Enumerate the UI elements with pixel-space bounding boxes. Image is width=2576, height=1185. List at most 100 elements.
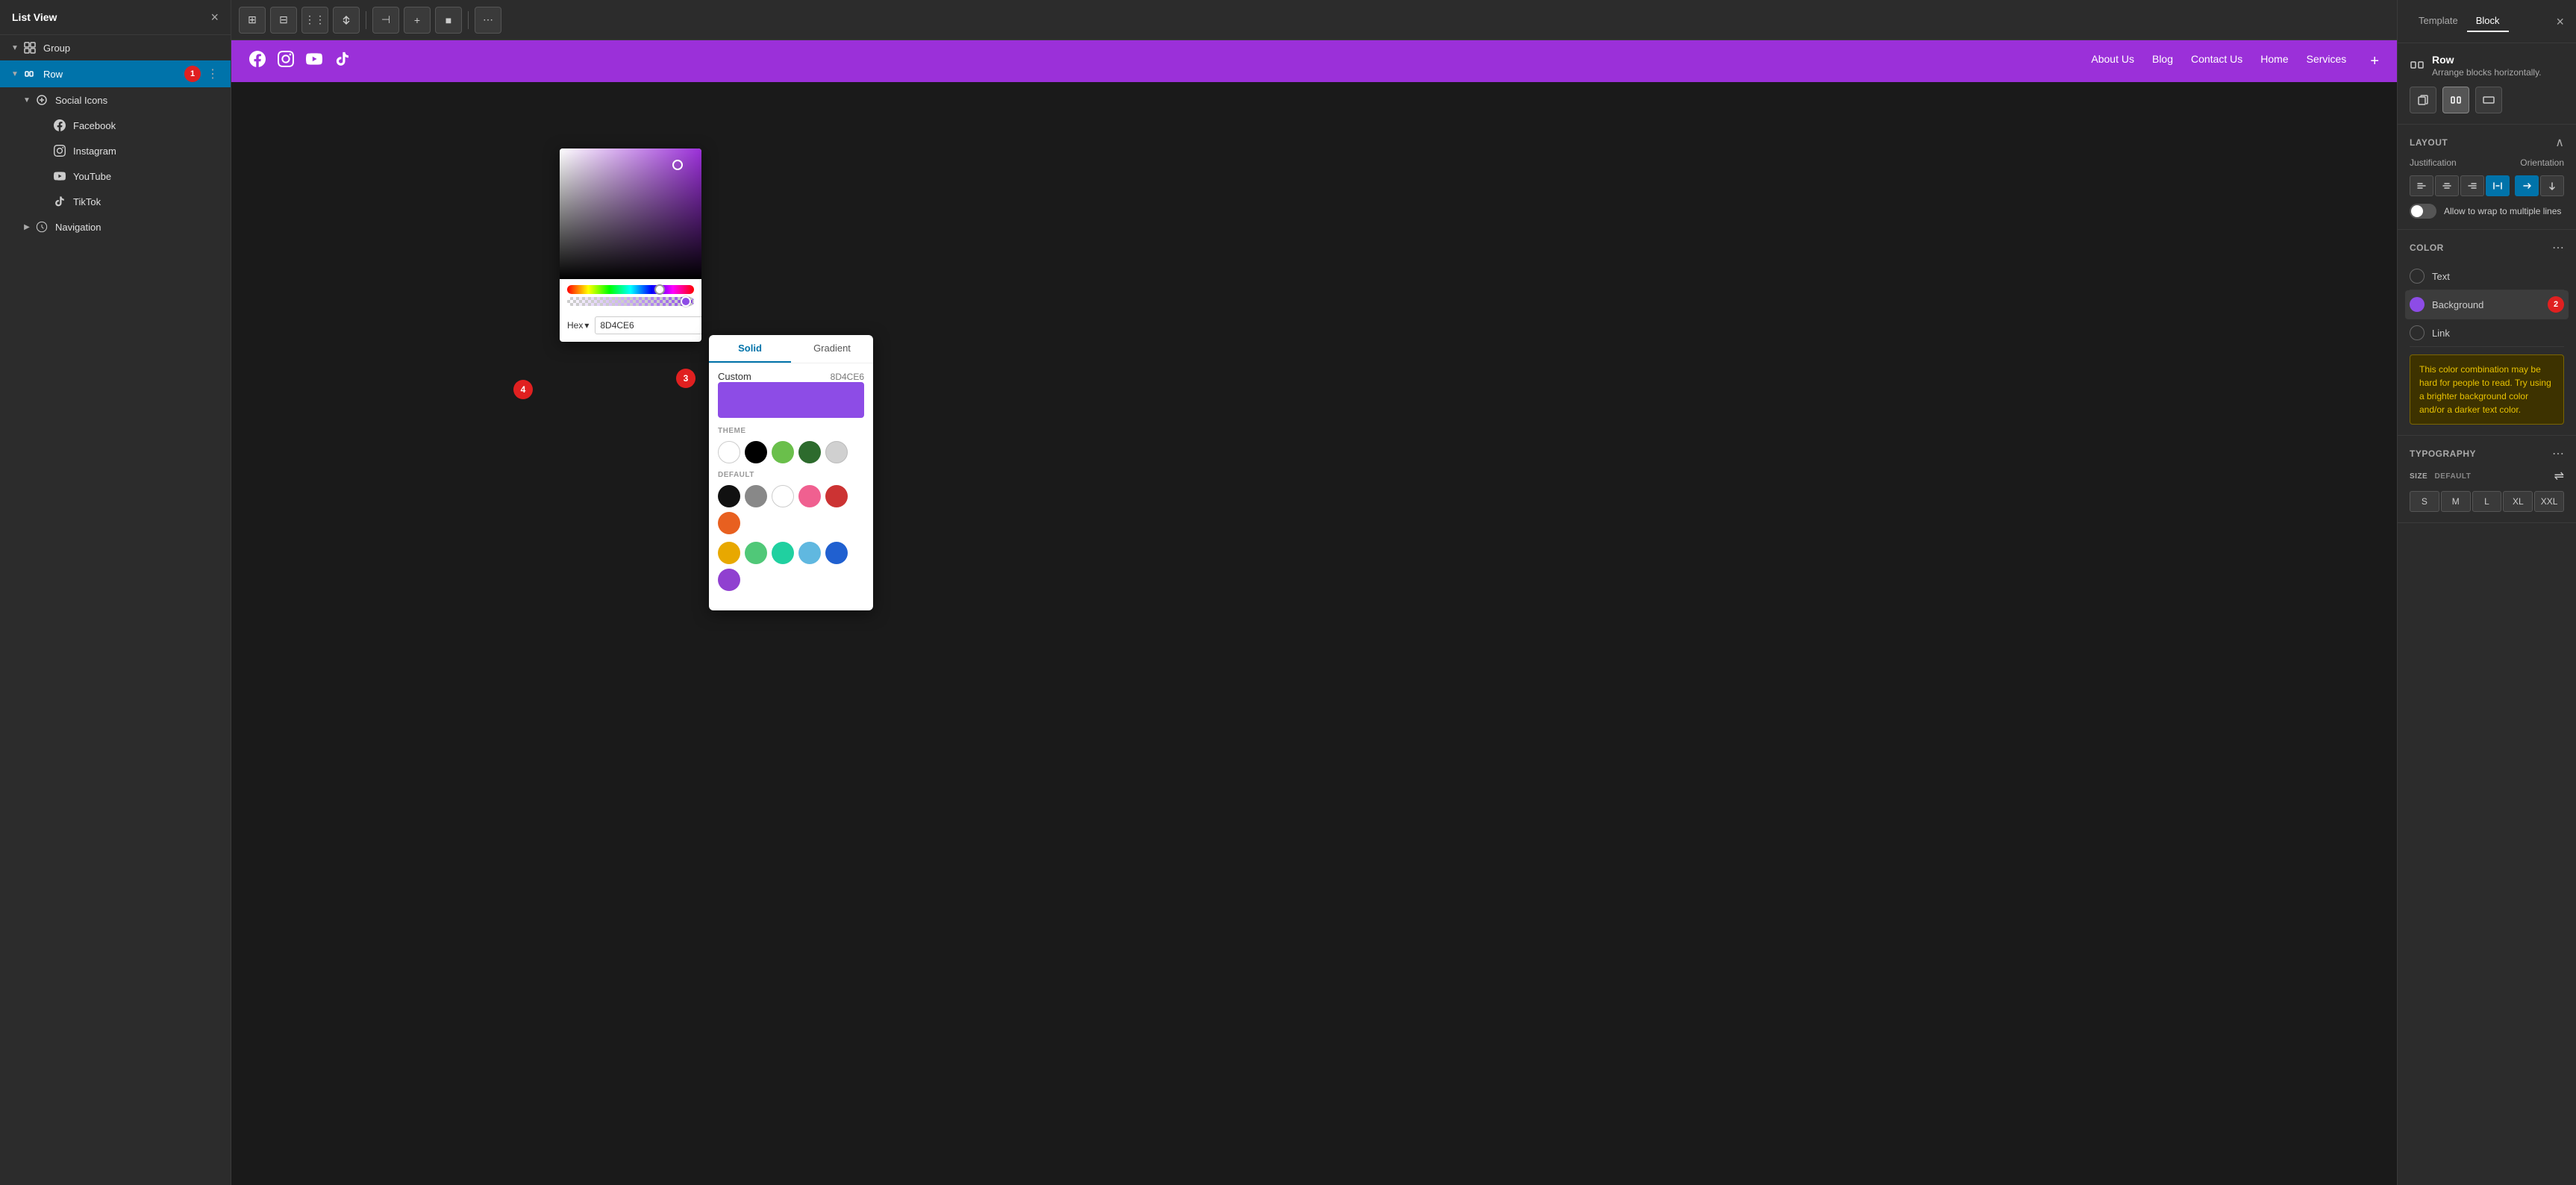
tree-item-tiktok[interactable]: ▶ TikTok [0,189,231,214]
duplicate-block-button[interactable] [2410,87,2436,113]
solid-tab[interactable]: Solid [709,335,791,363]
layout-section-title: Layout ∧ [2410,135,2564,150]
theme-swatch-black[interactable] [745,441,767,463]
social-icons-row [249,51,351,72]
custom-color-swatch[interactable] [718,382,864,418]
default-swatch-orange[interactable] [718,512,740,534]
size-m-button[interactable]: M [2441,491,2471,512]
hue-slider[interactable] [567,285,694,294]
nav-add-button[interactable]: + [2370,53,2379,70]
size-adjust-icon[interactable]: ⇌ [2554,469,2564,484]
size-l-button[interactable]: L [2472,491,2502,512]
facebook-icon [52,118,67,133]
theme-swatch-green[interactable] [772,441,794,463]
default-swatch-yellow[interactable] [718,542,740,564]
left-panel-header: List View × [0,0,231,35]
chevron-right-icon: ▶ [21,221,33,233]
left-panel: List View × ▼ Group ▼ Row 1 ⋮ ▼ Social I… [0,0,231,1185]
tree-item-group[interactable]: ▼ Group [0,35,231,60]
facebook-social-icon[interactable] [249,51,266,72]
justify-center-button[interactable] [2435,175,2459,196]
text-color-row[interactable]: Text [2410,263,2564,290]
default-color-swatches-row2 [718,542,864,591]
theme-swatch-white[interactable] [718,441,740,463]
alpha-slider[interactable] [567,297,694,306]
hex-input[interactable] [595,316,701,334]
center-align-button[interactable]: ⊟ [270,7,297,34]
size-xxl-button[interactable]: XXL [2534,491,2564,512]
layout-collapse-icon[interactable]: ∧ [2555,135,2564,150]
canvas-area: About Us Blog Contact Us Home Services + [231,40,2397,1185]
right-panel-close-button[interactable]: × [2556,15,2564,28]
step-badge-3: 3 [676,369,695,388]
color-more-icon[interactable]: ⋯ [2552,240,2564,255]
justify-right-button[interactable] [2460,175,2484,196]
wrap-toggle-row: Allow to wrap to multiple lines [2410,204,2564,219]
default-swatch-purple[interactable] [718,569,740,591]
nav-link-about[interactable]: About Us [2091,53,2134,70]
theme-swatch-lightgray[interactable] [825,441,848,463]
template-tab[interactable]: Template [2410,10,2467,32]
row-more-button[interactable]: ⋮ [204,66,222,81]
color-gradient[interactable] [560,148,701,279]
tree-item-youtube[interactable]: ▶ YouTube [0,163,231,189]
right-panel-header: Template Block × [2398,0,2576,43]
link-color-row[interactable]: Link [2410,319,2564,347]
block-button[interactable]: ■ [435,7,462,34]
color-picker-circle[interactable] [672,160,683,170]
default-swatch-gray[interactable] [745,485,767,507]
orient-vertical-button[interactable] [2540,175,2564,196]
hex-dropdown[interactable]: Hex ▾ [567,320,589,331]
default-swatch-lightblue[interactable] [798,542,821,564]
wrap-toggle[interactable] [2410,204,2436,219]
size-xl-button[interactable]: XL [2503,491,2533,512]
center-layout-button[interactable] [2442,87,2469,113]
move-button[interactable]: ⋮⋮ [301,7,328,34]
size-label: SIZE DEFAULT [2410,472,2471,481]
instagram-social-icon[interactable] [278,51,294,72]
justify-left-button[interactable] [2410,175,2433,196]
default-swatch-pink[interactable] [798,485,821,507]
up-down-button[interactable] [333,7,360,34]
nav-link-blog[interactable]: Blog [2152,53,2173,70]
background-color-row[interactable]: Background 2 [2405,290,2569,319]
chevron-down-icon: ▼ [21,94,33,106]
default-swatch-black[interactable] [718,485,740,507]
add-block-button[interactable]: + [404,7,431,34]
youtube-social-icon[interactable] [306,51,322,72]
nav-link-contact[interactable]: Contact Us [2191,53,2242,70]
left-panel-close-button[interactable]: × [210,10,219,24]
block-tab[interactable]: Block [2467,10,2509,32]
text-color-label: Text [2432,271,2450,282]
alpha-handle[interactable] [681,296,691,307]
background-color-label: Background [2432,299,2483,310]
tree-item-navigation[interactable]: ▶ Navigation [0,214,231,240]
size-s-button[interactable]: S [2410,491,2439,512]
align-left-button[interactable]: ⊣ [372,7,399,34]
gradient-tab[interactable]: Gradient [791,335,873,363]
nav-link-home[interactable]: Home [2260,53,2288,70]
instagram-icon [52,143,67,158]
justify-space-between-button[interactable] [2486,175,2510,196]
default-swatch-blue[interactable] [825,542,848,564]
default-swatch-mint[interactable] [745,542,767,564]
step-badge-4: 4 [513,380,533,399]
justification-row: Justification Orientation [2410,157,2564,168]
tree-item-facebook[interactable]: ▶ Facebook [0,113,231,138]
page-preview: About Us Blog Contact Us Home Services + [231,40,2397,82]
tree-item-social-icons[interactable]: ▼ Social Icons [0,87,231,113]
default-swatch-white[interactable] [772,485,794,507]
nav-link-services[interactable]: Services [2307,53,2347,70]
wide-layout-button[interactable] [2475,87,2502,113]
more-options-button[interactable]: ⋯ [475,7,501,34]
orient-horizontal-button[interactable] [2515,175,2539,196]
duplicate-button[interactable]: ⊞ [239,7,266,34]
typography-more-icon[interactable]: ⋯ [2552,446,2564,461]
block-info-section: Row Arrange blocks horizontally. [2398,43,2576,125]
theme-swatch-darkgreen[interactable] [798,441,821,463]
tiktok-social-icon[interactable] [334,51,351,72]
default-swatch-red[interactable] [825,485,848,507]
default-swatch-teal[interactable] [772,542,794,564]
tree-item-instagram[interactable]: ▶ Instagram [0,138,231,163]
tree-item-row[interactable]: ▼ Row 1 ⋮ [0,60,231,87]
